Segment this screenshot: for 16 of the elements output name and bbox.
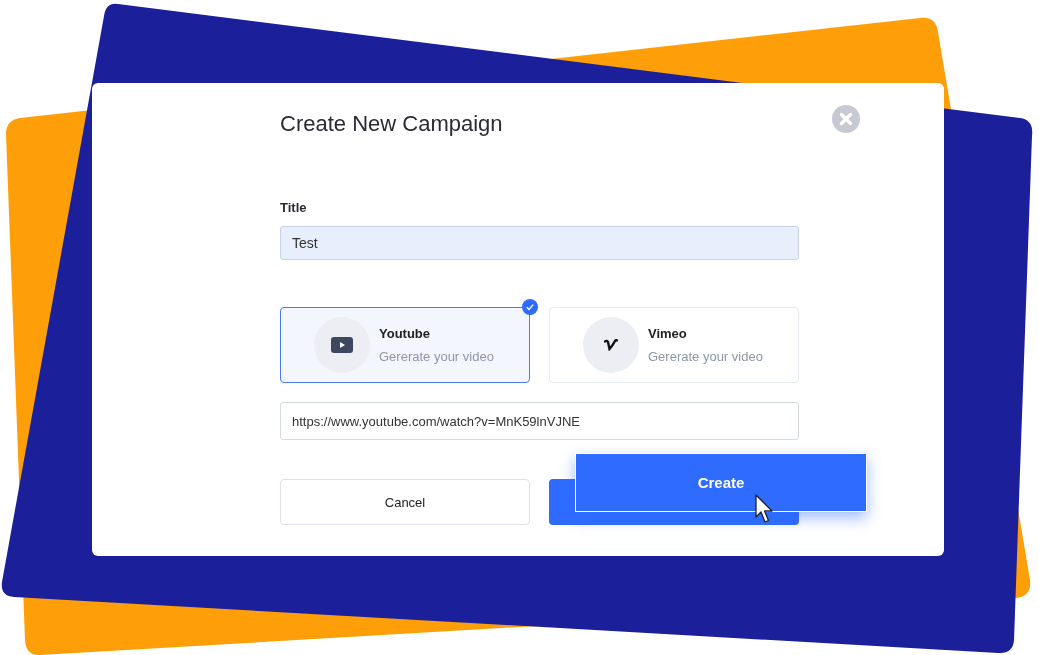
field-label: Title — [280, 200, 308, 215]
check-badge-icon — [522, 299, 538, 315]
provider-subtitle: Gererate your video — [379, 349, 494, 364]
dialog-title: Create New Campaign — [280, 111, 503, 137]
v-mark-icon — [604, 339, 618, 351]
provider-card[interactable]: Youtube Gererate your video — [280, 307, 530, 383]
provider-card[interactable]: Vimeo Gererate your video — [549, 307, 799, 383]
play-icon — [331, 337, 353, 353]
url-input[interactable]: https://www.youtube.com/watch?v=MnK59lnVJNE — [280, 402, 799, 440]
create-button[interactable]: Create — [575, 453, 867, 512]
provider-subtitle: Gererate your video — [648, 349, 763, 364]
cancel-button[interactable]: Cancel — [280, 479, 530, 525]
provider-name: Youtube — [379, 326, 432, 341]
close-icon[interactable] — [832, 105, 860, 133]
provider-name: Vimeo — [648, 326, 688, 341]
title-input[interactable]: Test — [280, 226, 799, 260]
